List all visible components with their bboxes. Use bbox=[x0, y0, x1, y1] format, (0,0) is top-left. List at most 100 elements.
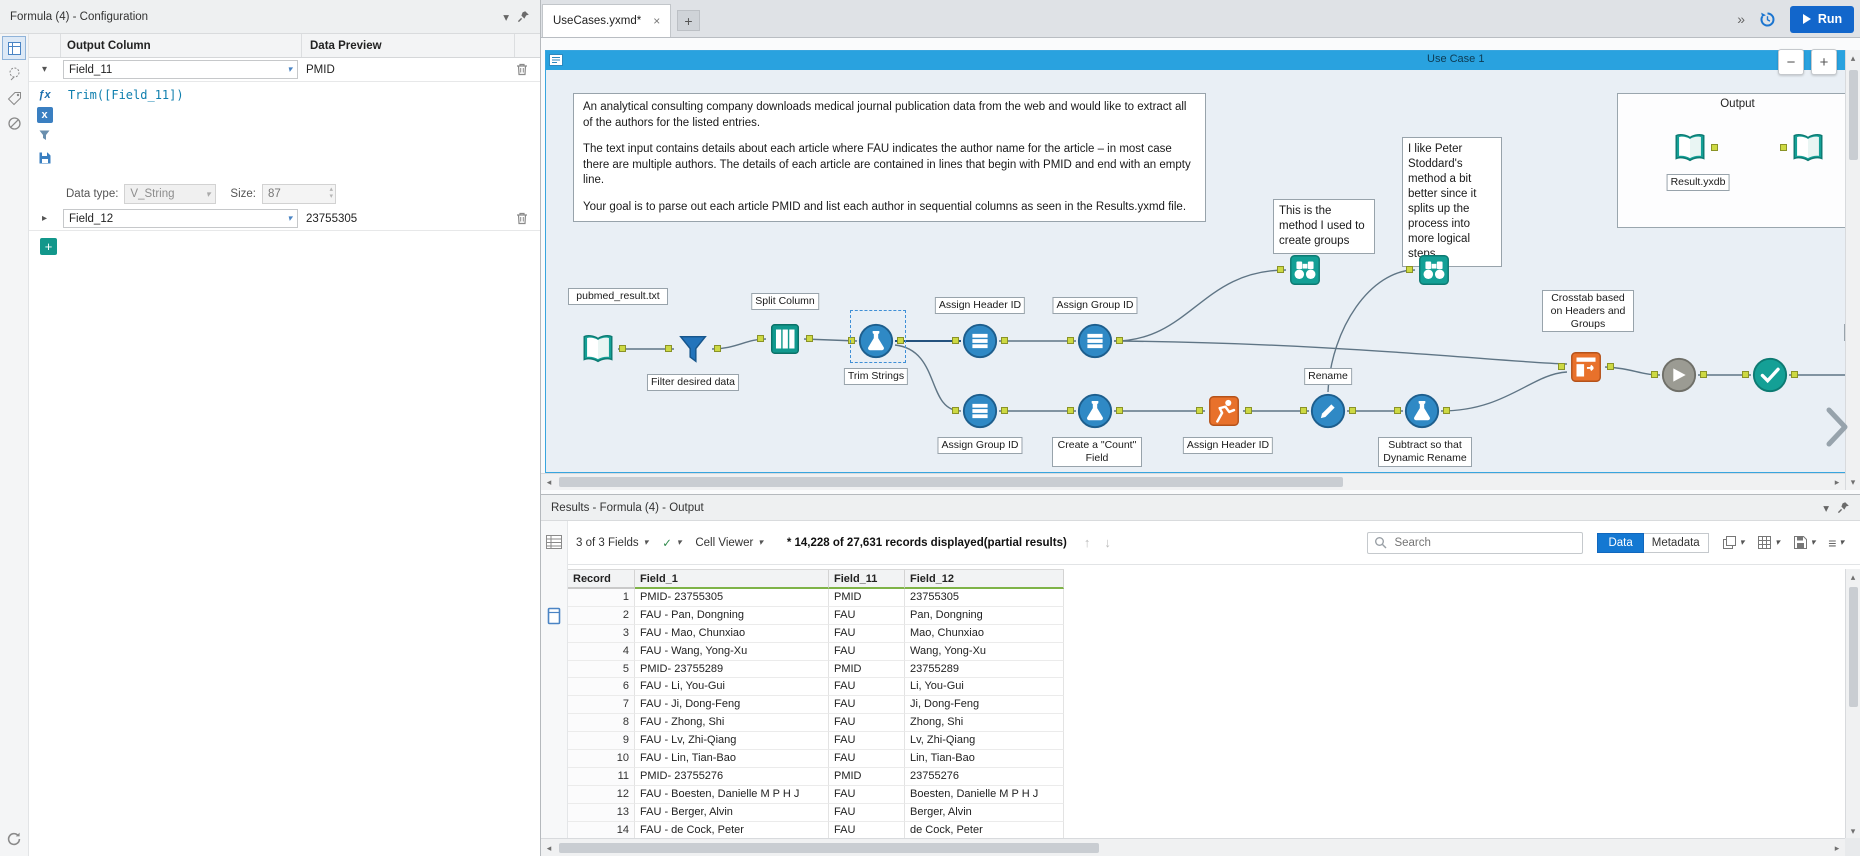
output-anchor[interactable] bbox=[806, 335, 813, 342]
browse-tool-2[interactable] bbox=[1406, 251, 1453, 289]
table-row[interactable]: 9 FAU - Lv, Zhi-Qiang FAU Lv, Zhi-Qiang bbox=[568, 732, 1064, 751]
cell-viewer-dropdown[interactable]: Cell Viewer ▾ bbox=[695, 537, 762, 549]
table-row[interactable]: 6 FAU - Li, You-Gui FAU Li, You-Gui bbox=[568, 678, 1064, 697]
pin-icon[interactable] bbox=[1837, 501, 1850, 514]
insert-constant-icon[interactable] bbox=[35, 126, 54, 145]
search-input[interactable] bbox=[1392, 535, 1577, 550]
results-vertical-scrollbar[interactable]: ▴ ▾ bbox=[1845, 569, 1860, 839]
formula-row-2[interactable]: ▸ Field_12 ▾ 23755305 bbox=[29, 207, 540, 231]
crosstab-tool[interactable] bbox=[1558, 348, 1614, 386]
table-row[interactable]: 3 FAU - Mao, Chunxiao FAU Mao, Chunxiao bbox=[568, 624, 1064, 643]
generate-rows-tool[interactable] bbox=[1196, 392, 1252, 430]
expand-row-icon[interactable]: ▸ bbox=[29, 213, 60, 224]
scroll-up-icon[interactable]: ▴ bbox=[1845, 50, 1860, 66]
output-data-tool-2[interactable] bbox=[1780, 129, 1827, 167]
multirow-formula-assign-group-id[interactable] bbox=[1067, 322, 1123, 360]
column-header[interactable]: Record bbox=[568, 570, 635, 589]
collapse-panel-icon[interactable]: ▾ bbox=[1823, 501, 1829, 515]
scroll-right-icon[interactable]: ▸ bbox=[1829, 474, 1845, 490]
scrollbar-thumb[interactable] bbox=[1849, 70, 1858, 160]
table-row[interactable]: 11 PMID- 23755276 PMID 23755276 bbox=[568, 767, 1064, 786]
collapse-panel-icon[interactable]: ▾ bbox=[503, 10, 509, 24]
previous-record-icon[interactable]: ↑ bbox=[1084, 535, 1091, 550]
input-anchor[interactable] bbox=[665, 345, 672, 352]
data-tab-button[interactable]: Data bbox=[1597, 532, 1644, 553]
input-anchor[interactable] bbox=[1300, 407, 1307, 414]
workflow-comment-annotation[interactable]: An analytical consulting company downloa… bbox=[573, 93, 1206, 223]
input-anchor[interactable] bbox=[1196, 407, 1203, 414]
text-to-columns-tool[interactable] bbox=[757, 320, 813, 358]
tab-usecases[interactable]: UseCases.yxmd* × bbox=[542, 4, 672, 37]
table-row[interactable]: 5 PMID- 23755289 PMID 23755289 bbox=[568, 660, 1064, 679]
output-anchor[interactable] bbox=[1791, 371, 1798, 378]
close-tab-icon[interactable]: × bbox=[653, 14, 660, 28]
results-horizontal-scrollbar[interactable]: ◂ ▸ bbox=[541, 838, 1845, 856]
output-anchor[interactable] bbox=[1443, 407, 1450, 414]
output-anchor[interactable] bbox=[714, 345, 721, 352]
grid-view-icon[interactable] bbox=[543, 531, 565, 553]
lasso-tab-icon[interactable] bbox=[3, 62, 25, 84]
column-header[interactable]: Field_12 bbox=[905, 570, 1064, 589]
add-column-button[interactable]: + bbox=[40, 238, 57, 255]
canvas-horizontal-scrollbar[interactable]: ◂ ▸ bbox=[541, 473, 1845, 490]
schedule-history-icon[interactable] bbox=[1758, 10, 1777, 29]
field-select-2[interactable]: Field_12 ▾ bbox=[63, 209, 298, 228]
tag-tab-icon[interactable] bbox=[3, 87, 25, 109]
input-anchor[interactable] bbox=[1742, 371, 1749, 378]
unique-tool[interactable] bbox=[1742, 356, 1798, 394]
metadata-tab-button[interactable]: Metadata bbox=[1643, 532, 1709, 553]
input-anchor[interactable] bbox=[1277, 266, 1284, 273]
scrollbar-thumb[interactable] bbox=[559, 477, 1343, 487]
workflow-canvas[interactable]: Use Case 1 An analytical consulting comp… bbox=[541, 38, 1860, 494]
input-anchor[interactable] bbox=[757, 335, 764, 342]
input-data-tool[interactable] bbox=[579, 330, 626, 368]
menu-dropdown-button[interactable]: ≡ ▾ bbox=[1828, 535, 1844, 551]
output-anchor[interactable] bbox=[1116, 337, 1123, 344]
flyout-chevron-icon[interactable] bbox=[1821, 404, 1851, 453]
table-row[interactable]: 10 FAU - Lin, Tian-Bao FAU Lin, Tian-Bao bbox=[568, 750, 1064, 768]
output-anchor[interactable] bbox=[1001, 407, 1008, 414]
table-row[interactable]: 2 FAU - Pan, Dongning FAU Pan, Dongning bbox=[568, 606, 1064, 625]
output-anchor[interactable] bbox=[619, 345, 626, 352]
output-anchor[interactable] bbox=[1349, 407, 1356, 414]
collapse-row-icon[interactable]: ▾ bbox=[29, 64, 60, 75]
multirow-formula-assign-header-id[interactable] bbox=[952, 322, 1008, 360]
run-button[interactable]: Run bbox=[1790, 5, 1854, 33]
rename-tool[interactable] bbox=[1300, 392, 1356, 430]
select-fields-check-dropdown[interactable]: ✓ ▾ bbox=[662, 536, 681, 550]
configuration-tab-icon[interactable] bbox=[2, 36, 26, 60]
disable-tab-icon[interactable] bbox=[3, 112, 25, 134]
table-row[interactable]: 12 FAU - Boesten, Danielle M P H J FAU Boes… bbox=[568, 785, 1064, 804]
table-row[interactable]: 4 FAU - Wang, Yong-Xu FAU Wang, Yong-Xu bbox=[568, 642, 1064, 661]
scroll-down-icon[interactable]: ▾ bbox=[1845, 474, 1860, 490]
spinner-icons[interactable]: ▴ ▾ bbox=[329, 186, 333, 200]
save-dropdown-button[interactable]: ▾ bbox=[1793, 535, 1815, 550]
scroll-left-icon[interactable]: ◂ bbox=[541, 474, 557, 490]
multirow-formula-assign-group-id-2[interactable] bbox=[952, 392, 1008, 430]
output-data-tool-1[interactable] bbox=[1671, 129, 1718, 167]
search-field[interactable] bbox=[1367, 531, 1584, 554]
container-minimize-button[interactable]: − bbox=[1778, 49, 1804, 75]
table-options-dropdown-button[interactable]: ▾ bbox=[1757, 535, 1780, 550]
data-type-dropdown[interactable]: V_String ▾ bbox=[124, 184, 217, 204]
overflow-chevrons-icon[interactable]: » bbox=[1737, 11, 1745, 27]
formula-tool-count-field[interactable] bbox=[1067, 392, 1123, 430]
field-select-1[interactable]: Field_11 ▾ bbox=[63, 60, 298, 79]
expression-input[interactable]: Trim([Field_11]) bbox=[60, 82, 540, 181]
output-anchor[interactable] bbox=[1700, 371, 1707, 378]
page-view-icon[interactable] bbox=[543, 605, 565, 627]
table-row[interactable]: 14 FAU - de Cock, Peter FAU de Cock, Peter bbox=[568, 821, 1064, 840]
scroll-right-icon[interactable]: ▸ bbox=[1829, 840, 1845, 856]
table-row[interactable]: 8 FAU - Zhong, Shi FAU Zhong, Shi bbox=[568, 714, 1064, 733]
table-row[interactable]: 1 PMID- 23755305 PMID 23755305 bbox=[568, 589, 1064, 607]
scroll-down-icon[interactable]: ▾ bbox=[1845, 823, 1860, 839]
container-expand-button[interactable]: + bbox=[1811, 49, 1837, 75]
size-input[interactable]: 87 ▴ ▾ bbox=[262, 184, 336, 204]
column-header[interactable]: Field_11 bbox=[829, 570, 905, 589]
delete-row-button-1[interactable] bbox=[511, 63, 533, 76]
next-record-icon[interactable]: ↓ bbox=[1104, 535, 1111, 550]
table-row[interactable]: 13 FAU - Berger, Alvin FAU Berger, Alvin bbox=[568, 803, 1064, 822]
comment-box[interactable]: This is the method I used to create grou… bbox=[1273, 199, 1375, 254]
scrollbar-thumb[interactable] bbox=[1849, 587, 1858, 707]
input-anchor[interactable] bbox=[952, 407, 959, 414]
